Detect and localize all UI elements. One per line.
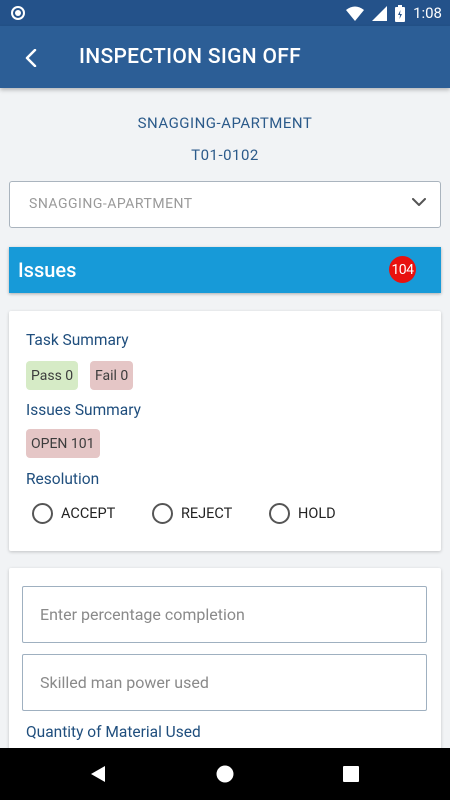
issues-label: Issues <box>18 258 77 282</box>
project-title: SNAGGING-APARTMENT <box>137 114 313 132</box>
back-arrow-icon <box>25 49 37 67</box>
issues-summary-title: Issues Summary <box>26 401 141 419</box>
radio-circle-icon <box>269 503 290 524</box>
radio-hold[interactable]: HOLD <box>269 503 336 524</box>
dropdown-selected-value: SNAGGING-APARTMENT <box>29 196 193 212</box>
battery-icon <box>395 4 406 22</box>
percentage-completion-field[interactable] <box>22 586 427 643</box>
issues-count-badge: 104 <box>389 256 416 283</box>
radio-hold-label: HOLD <box>298 505 336 522</box>
notification-circle-icon <box>11 6 25 20</box>
back-triangle-icon <box>91 766 105 782</box>
app-bar: INSPECTION SIGN OFF <box>0 26 450 88</box>
resolution-title: Resolution <box>26 470 100 488</box>
nav-home-button[interactable] <box>213 762 237 786</box>
chevron-down-icon <box>412 198 426 206</box>
material-quantity-title: Quantity of Material Used <box>26 723 201 741</box>
checklist-dropdown[interactable]: SNAGGING-APARTMENT <box>9 181 441 228</box>
wifi-icon <box>346 6 365 21</box>
home-circle-icon <box>216 765 234 783</box>
task-summary-title: Task Summary <box>26 331 129 349</box>
completion-form-card: Quantity of Material Used <box>9 568 441 768</box>
radio-circle-icon <box>152 503 173 524</box>
issues-header[interactable]: Issues 104 <box>9 247 441 293</box>
status-bar: 1:08 <box>0 0 450 26</box>
status-icons: 1:08 <box>346 4 442 22</box>
percentage-completion-input[interactable] <box>23 587 426 642</box>
summary-card: Task Summary Pass 0 Fail 0 Issues Summar… <box>9 311 441 551</box>
nav-back-button[interactable] <box>86 762 110 786</box>
recents-square-icon <box>343 766 359 782</box>
fail-count-chip: Fail 0 <box>90 361 134 390</box>
radio-reject-label: REJECT <box>181 505 233 522</box>
nav-recents-button[interactable] <box>339 762 363 786</box>
back-button[interactable] <box>14 41 48 75</box>
radio-accept-label: ACCEPT <box>61 505 116 522</box>
signal-icon <box>372 5 388 21</box>
skilled-manpower-field[interactable] <box>22 654 427 711</box>
system-nav-bar <box>0 748 450 800</box>
open-count-chip: OPEN 101 <box>26 429 100 458</box>
unit-title: T01-0102 <box>191 146 259 164</box>
skilled-manpower-input[interactable] <box>23 655 426 710</box>
status-time: 1:08 <box>413 4 442 22</box>
pass-count-chip: Pass 0 <box>26 361 79 390</box>
radio-reject[interactable]: REJECT <box>152 503 232 524</box>
radio-accept[interactable]: ACCEPT <box>32 503 115 524</box>
radio-circle-icon <box>32 503 53 524</box>
page-title: INSPECTION SIGN OFF <box>79 45 301 69</box>
